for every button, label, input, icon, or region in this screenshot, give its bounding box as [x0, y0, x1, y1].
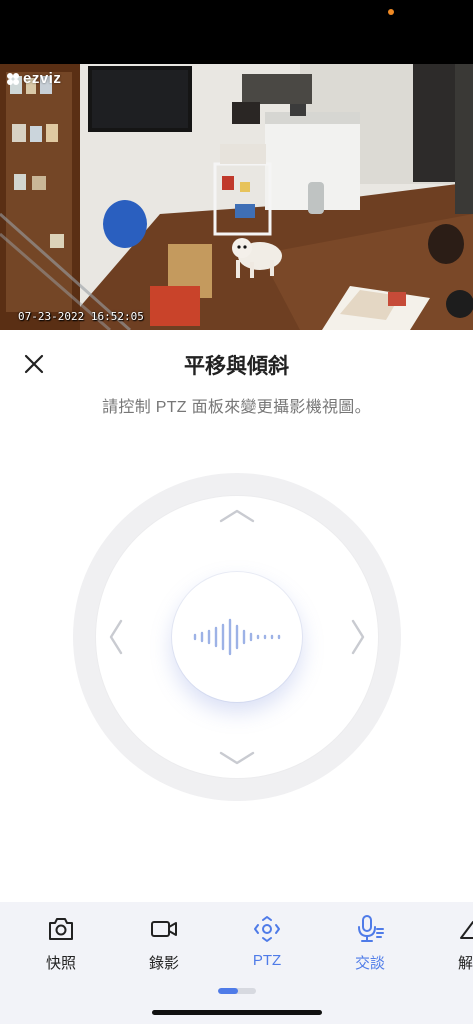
video-record-icon [151, 921, 177, 937]
resolution-label: 解晰 [457, 955, 473, 972]
chevron-up-icon [219, 509, 255, 523]
active-page-dot [218, 988, 238, 994]
resolution-icon [460, 921, 473, 939]
chevron-right-icon [351, 619, 365, 655]
pan-right-button[interactable] [345, 614, 371, 660]
ezviz-logo-icon [7, 72, 19, 85]
record-button[interactable]: 錄影 [124, 914, 204, 973]
status-bar [0, 0, 473, 64]
panel-subtitle: 請控制 PTZ 面板來變更攝影機視圖。 [102, 399, 371, 416]
chevron-down-icon [219, 751, 255, 765]
microphone-icon [358, 915, 384, 942]
camera-scene [0, 64, 473, 330]
camera-timestamp: 07-23-2022 16:52:05 [18, 310, 144, 323]
ptz-direction-pad [73, 473, 401, 801]
ptz-panel: 平移與傾斜 請控制 PTZ 面板來變更攝影機視圖。 [0, 330, 473, 902]
camera-brand-logo: ezviz [6, 70, 61, 87]
bottom-toolbar: 快照 錄影 PTZ 交談 解 [0, 902, 473, 1024]
camera-icon [49, 918, 73, 940]
voice-wave-icon [193, 618, 281, 656]
home-indicator[interactable] [152, 1010, 322, 1015]
ptz-label: PTZ [252, 952, 282, 969]
talk-label: 交談 [354, 955, 385, 972]
tilt-up-button[interactable] [214, 503, 260, 529]
record-label: 錄影 [148, 955, 179, 972]
talk-button[interactable]: 交談 [330, 914, 410, 973]
snapshot-label: 快照 [45, 955, 76, 972]
ptz-icon [254, 916, 280, 942]
resolution-button[interactable]: 解晰 [433, 914, 473, 973]
pan-left-button[interactable] [103, 614, 129, 660]
toolbar-page-indicator [218, 988, 256, 994]
camera-brand-text: ezviz [23, 70, 62, 87]
recording-indicator-dot [388, 9, 394, 15]
panel-title: 平移與傾斜 [184, 355, 289, 378]
ptz-tab[interactable]: PTZ [227, 914, 307, 969]
voice-control-button[interactable] [172, 572, 302, 702]
snapshot-button[interactable]: 快照 [21, 914, 101, 973]
camera-live-view[interactable]: ezviz 07-23-2022 16:52:05 [0, 64, 473, 330]
tilt-down-button[interactable] [214, 745, 260, 771]
chevron-left-icon [109, 619, 123, 655]
